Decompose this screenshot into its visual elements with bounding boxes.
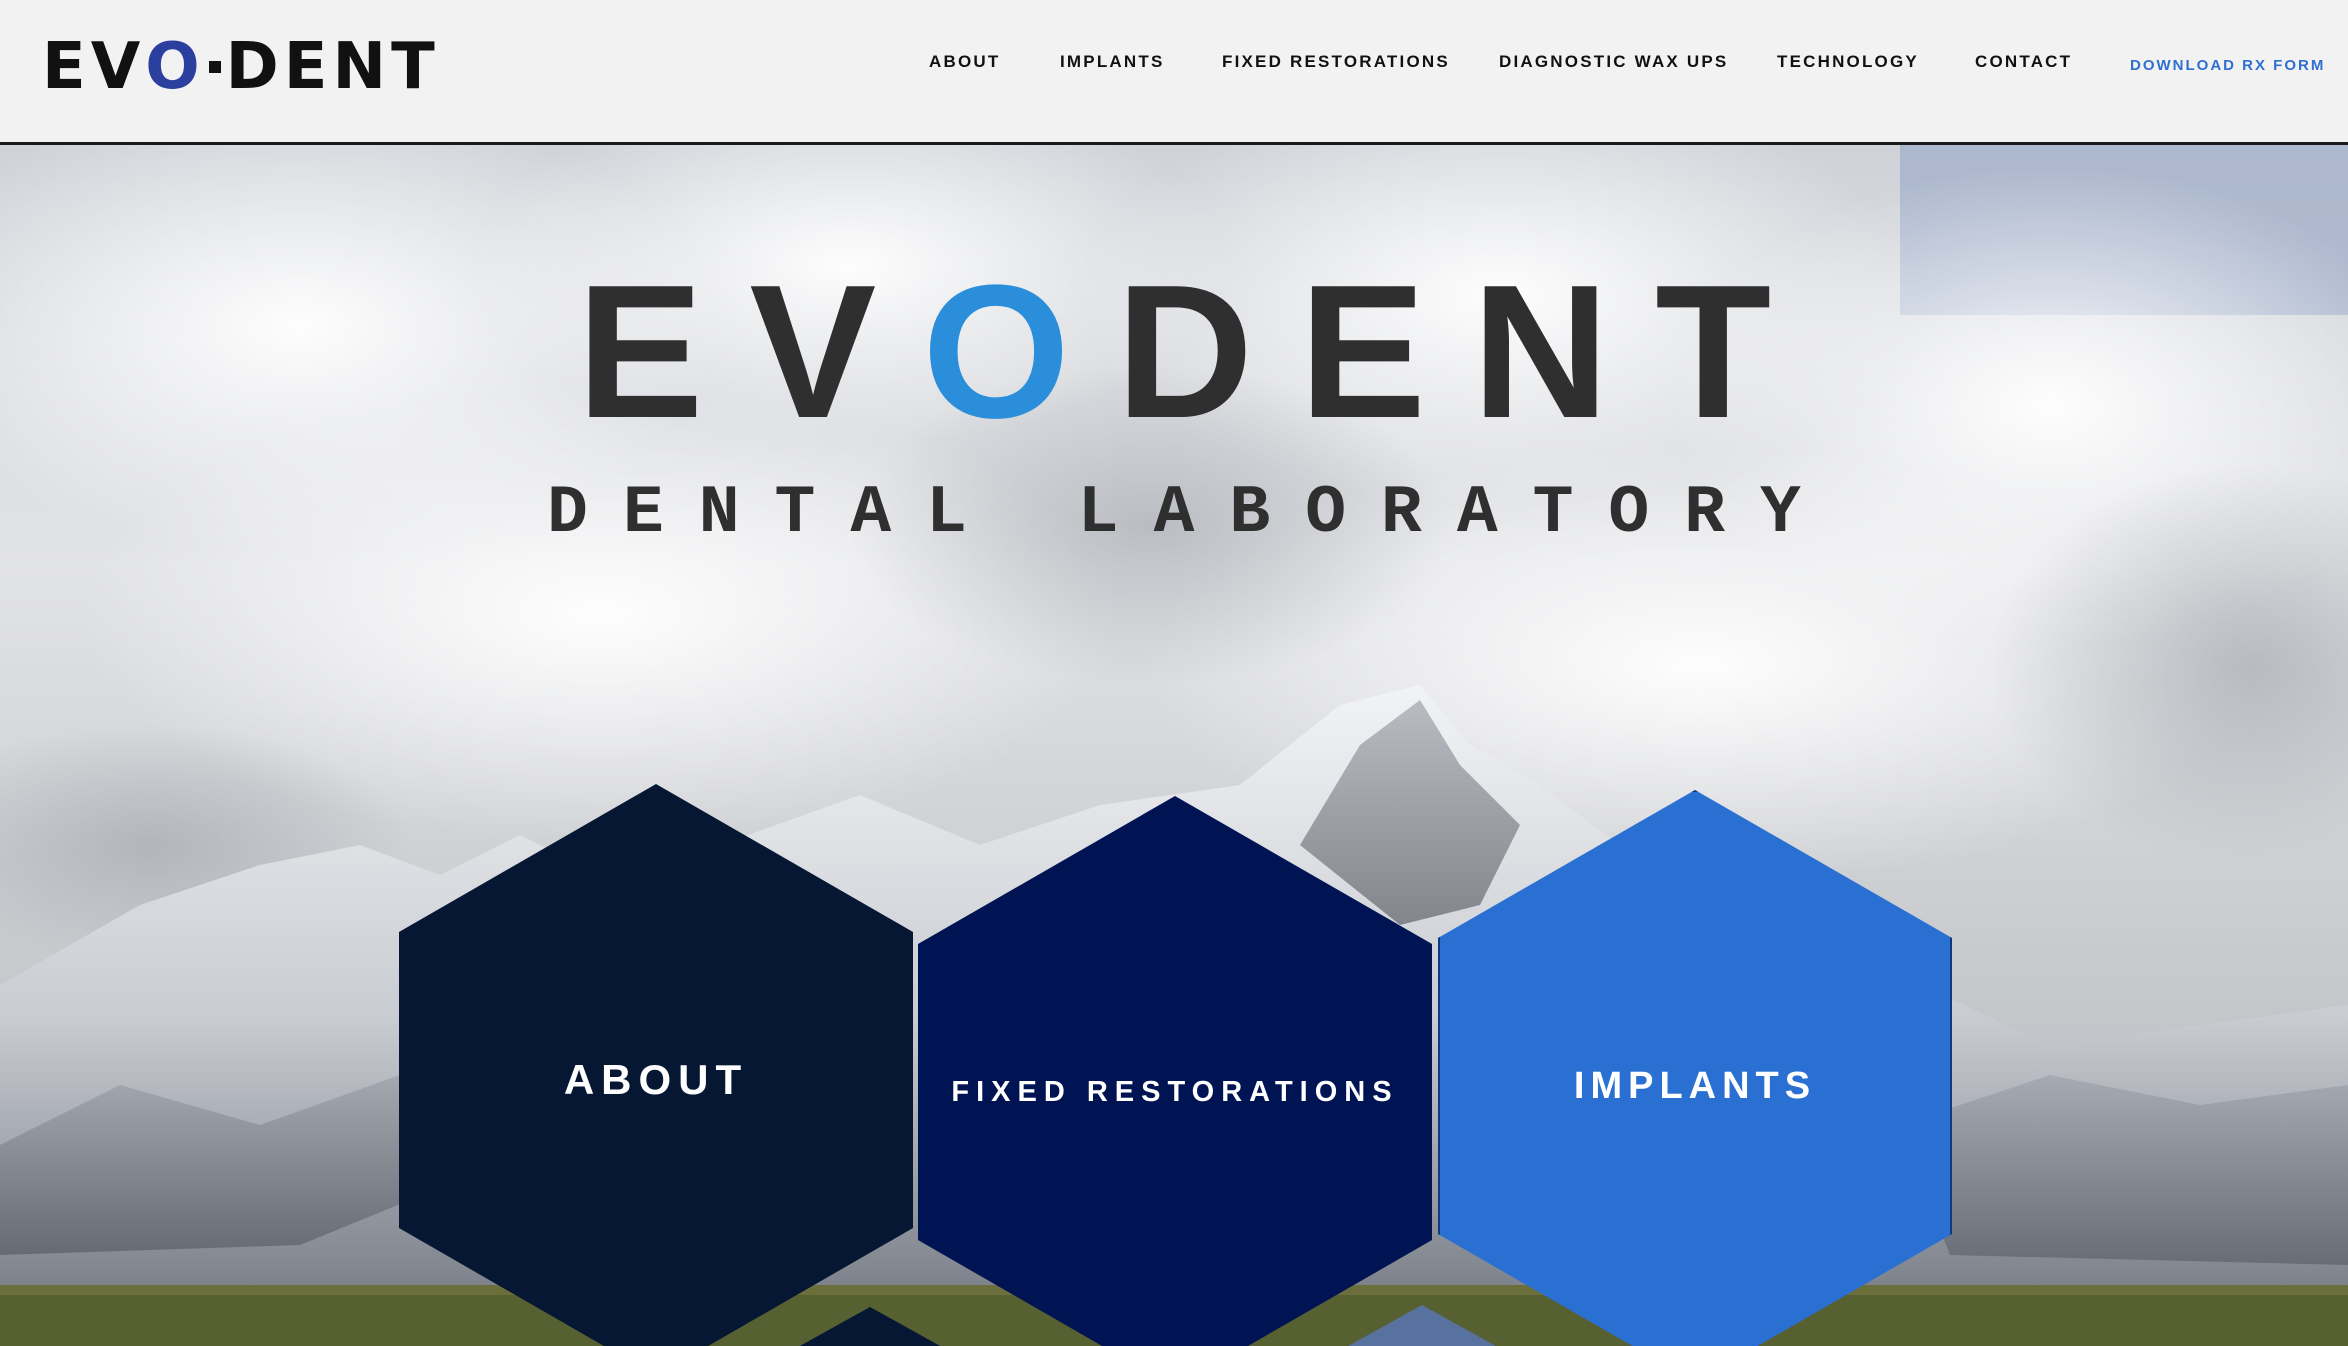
nav-item-about[interactable]: ABOUT [929,52,1000,72]
hero-title-accent: O [922,246,1117,458]
tile-fixed-restorations-label: FIXED RESTORATIONS [951,1075,1399,1108]
download-rx-form-link[interactable]: DOWNLOAD RX FORM [2130,57,2325,74]
tile-about-label: ABOUT [563,1056,749,1103]
hero-title-part1: EV [576,246,923,458]
nav-item-technology[interactable]: TECHNOLOGY [1777,52,1919,72]
hero-title-part2: DENT [1116,246,1818,458]
nav-item-fixed-restorations[interactable]: FIXED RESTORATIONS [1222,52,1450,72]
main-nav: ABOUT IMPLANTS FIXED RESTORATIONS DIAGNO… [0,52,2348,76]
nav-item-diagnostic-wax-ups[interactable]: DIAGNOSTIC WAX UPS [1499,52,1728,72]
hero-section: EVODENT DENTAL LABORATORY ABOUT FIXED RE… [0,145,2348,1346]
tile-implants-label: IMPLANTS [1573,1064,1817,1107]
hero-title: EVODENT [0,257,2348,447]
nav-item-implants[interactable]: IMPLANTS [1060,52,1164,72]
hero-subtitle: DENTAL LABORATORY [547,475,1836,552]
nav-item-contact[interactable]: CONTACT [1975,52,2072,72]
site-header: EV O DENT ABOUT IMPLANTS FIXED RESTORATION… [0,0,2348,145]
